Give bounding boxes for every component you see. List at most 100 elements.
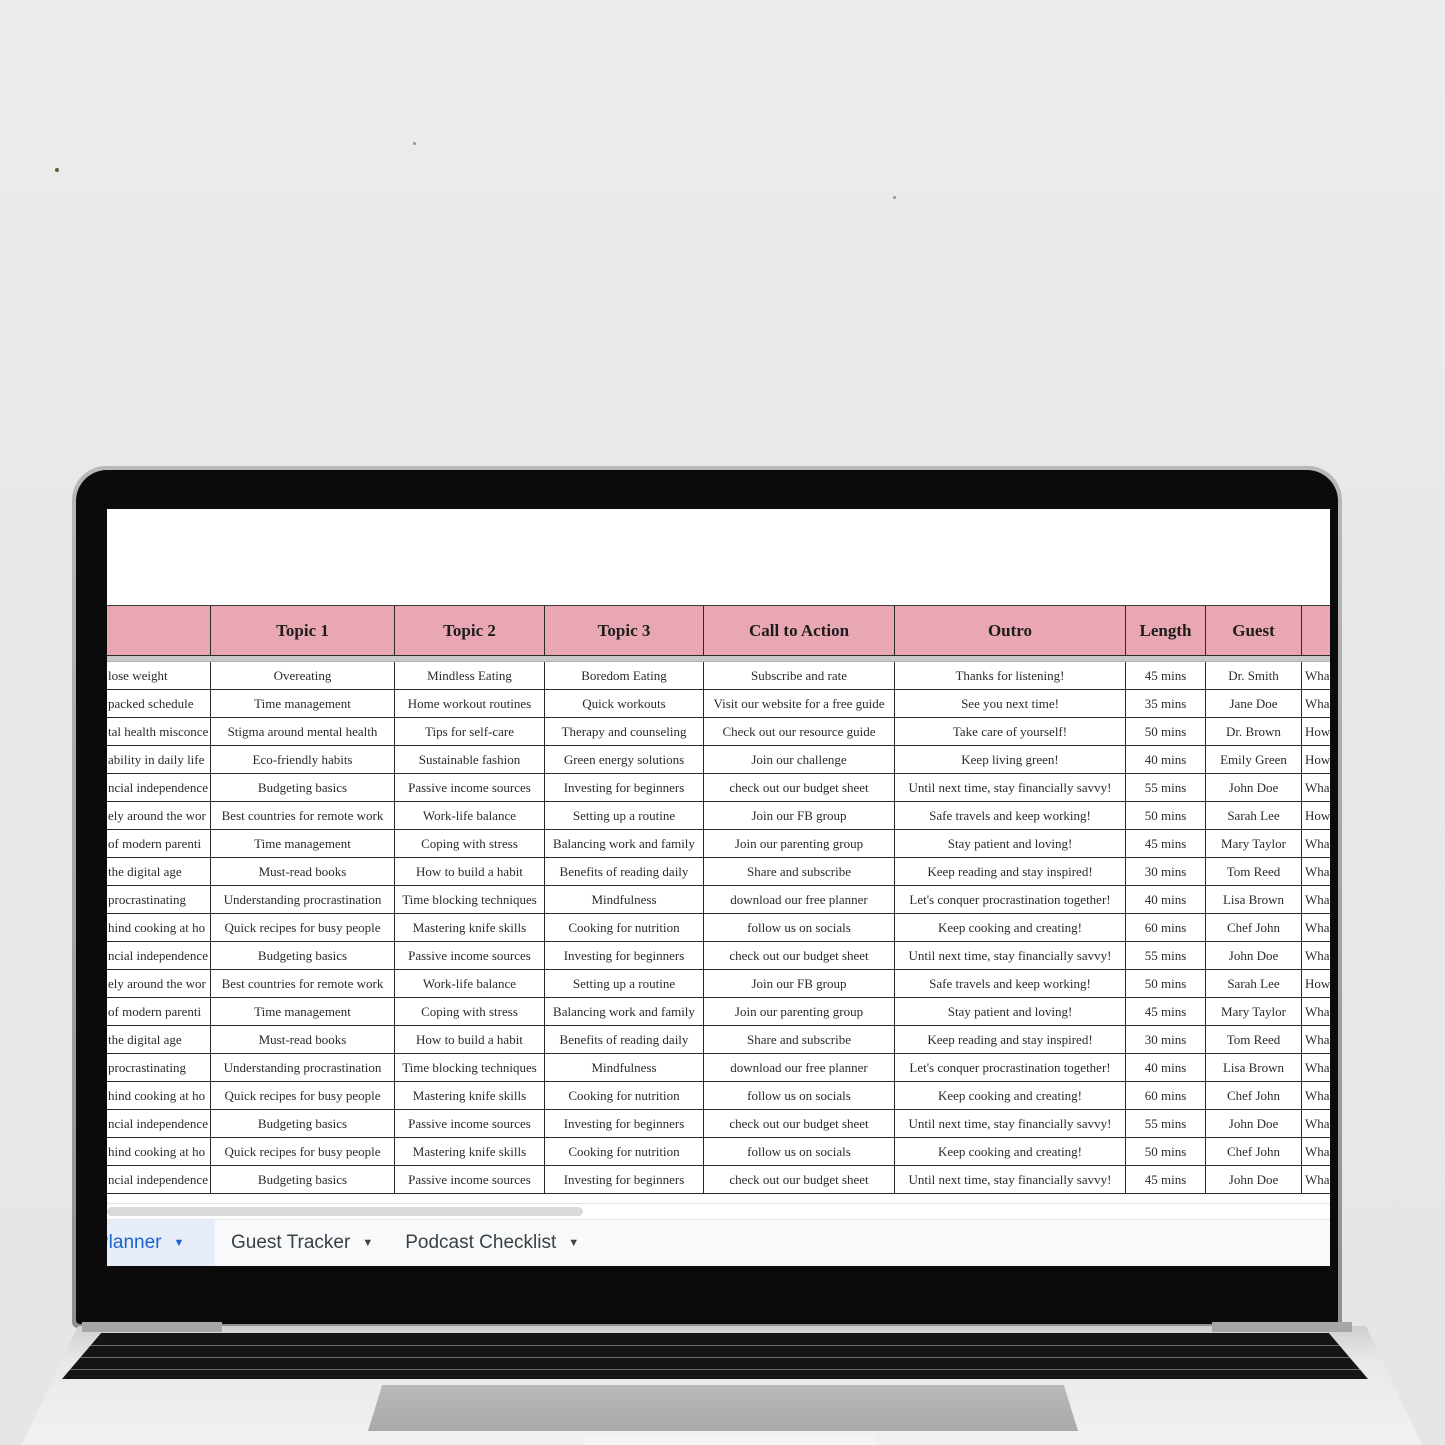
table-cell[interactable]: Mastering knife skills [395,1082,545,1110]
table-cell[interactable]: Mary Taylor [1206,998,1302,1026]
table-cell[interactable]: Mindfulness [545,886,704,914]
table-cell[interactable]: Lisa Brown [1206,886,1302,914]
table-cell[interactable]: Keep reading and stay inspired! [895,1026,1126,1054]
table-cell[interactable]: Lisa Brown [1206,1054,1302,1082]
table-cell[interactable]: 40 mins [1126,746,1206,774]
table-cell[interactable]: Stigma around mental health [211,718,395,746]
table-cell[interactable]: Investing for beginners [545,1166,704,1194]
table-cell[interactable]: Investing for beginners [545,942,704,970]
column-header[interactable]: Topic 3 [545,605,704,656]
table-cell[interactable]: Jane Doe [1206,690,1302,718]
table-cell[interactable]: Wha [1302,998,1330,1026]
table-cell[interactable]: 45 mins [1126,830,1206,858]
table-cell[interactable]: See you next time! [895,690,1126,718]
table-cell[interactable]: Chef John [1206,1082,1302,1110]
table-cell[interactable]: Benefits of reading daily [545,858,704,886]
table-cell[interactable]: the digital age [107,1026,211,1054]
table-cell[interactable]: Quick recipes for busy people [211,914,395,942]
table-cell[interactable]: Wha [1302,914,1330,942]
table-cell[interactable]: John Doe [1206,1110,1302,1138]
table-cell[interactable]: Time blocking techniques [395,886,545,914]
table-cell[interactable]: ncial independence [107,774,211,802]
table-cell[interactable]: Keep cooking and creating! [895,1082,1126,1110]
table-cell[interactable]: Sarah Lee [1206,802,1302,830]
table-cell[interactable]: ely around the wor [107,802,211,830]
table-cell[interactable]: Must-read books [211,858,395,886]
table-cell[interactable]: Chef John [1206,914,1302,942]
table-cell[interactable]: Mastering knife skills [395,1138,545,1166]
table-cell[interactable]: Investing for beginners [545,774,704,802]
table-cell[interactable]: 55 mins [1126,774,1206,802]
table-cell[interactable]: 50 mins [1126,1138,1206,1166]
table-cell[interactable]: follow us on socials [704,914,895,942]
table-cell[interactable]: check out our budget sheet [704,774,895,802]
table-cell[interactable]: Mary Taylor [1206,830,1302,858]
table-cell[interactable]: Join our challenge [704,746,895,774]
table-cell[interactable]: follow us on socials [704,1082,895,1110]
table-cell[interactable]: 45 mins [1126,662,1206,690]
table-cell[interactable]: 40 mins [1126,886,1206,914]
table-cell[interactable]: How to build a habit [395,1026,545,1054]
table-cell[interactable]: Quick workouts [545,690,704,718]
table-cell[interactable]: Balancing work and family [545,998,704,1026]
table-cell[interactable]: Until next time, stay financially savvy! [895,1166,1126,1194]
table-cell[interactable]: Therapy and counseling [545,718,704,746]
table-cell[interactable]: procrastinating [107,1054,211,1082]
table-cell[interactable]: hind cooking at ho [107,1138,211,1166]
table-cell[interactable]: of modern parenti [107,998,211,1026]
table-cell[interactable]: Sarah Lee [1206,970,1302,998]
table-cell[interactable]: check out our budget sheet [704,1110,895,1138]
table-cell[interactable]: Wha [1302,662,1330,690]
table-cell[interactable]: How [1302,718,1330,746]
table-cell[interactable]: Check out our resource guide [704,718,895,746]
table-cell[interactable]: hind cooking at ho [107,1082,211,1110]
table-cell[interactable]: 30 mins [1126,858,1206,886]
caret-down-icon[interactable]: ▼ [174,1237,185,1249]
table-cell[interactable]: Take care of yourself! [895,718,1126,746]
table-cell[interactable]: Join our parenting group [704,830,895,858]
table-cell[interactable]: Share and subscribe [704,858,895,886]
table-cell[interactable]: Let's conquer procrastination together! [895,886,1126,914]
table-cell[interactable]: How [1302,802,1330,830]
table-cell[interactable]: Join our parenting group [704,998,895,1026]
table-cell[interactable]: Thanks for listening! [895,662,1126,690]
table-cell[interactable]: 50 mins [1126,802,1206,830]
table-cell[interactable]: 30 mins [1126,1026,1206,1054]
table-cell[interactable]: Time management [211,690,395,718]
table-cell[interactable]: ncial independence [107,1166,211,1194]
table-cell[interactable]: Keep living green! [895,746,1126,774]
column-header[interactable]: Guest [1206,605,1302,656]
table-cell[interactable]: Setting up a routine [545,970,704,998]
table-cell[interactable]: Until next time, stay financially savvy! [895,774,1126,802]
table-cell[interactable]: check out our budget sheet [704,942,895,970]
table-cell[interactable]: hind cooking at ho [107,914,211,942]
table-cell[interactable]: Balancing work and family [545,830,704,858]
table-cell[interactable]: Tips for self-care [395,718,545,746]
column-header[interactable]: Outro [895,605,1126,656]
table-cell[interactable]: 45 mins [1126,1166,1206,1194]
table-cell[interactable]: Wha [1302,1166,1330,1194]
table-cell[interactable]: Tom Reed [1206,1026,1302,1054]
table-cell[interactable]: ely around the wor [107,970,211,998]
table-cell[interactable]: Visit our website for a free guide [704,690,895,718]
table-cell[interactable]: Coping with stress [395,830,545,858]
caret-down-icon[interactable]: ▼ [362,1237,373,1249]
table-cell[interactable]: ability in daily life [107,746,211,774]
table-cell[interactable]: Quick recipes for busy people [211,1138,395,1166]
table-cell[interactable]: Stay patient and loving! [895,830,1126,858]
caret-down-icon[interactable]: ▼ [568,1237,579,1249]
table-cell[interactable]: Overeating [211,662,395,690]
table-cell[interactable]: Passive income sources [395,942,545,970]
column-header[interactable] [107,605,211,656]
table-cell[interactable]: Work-life balance [395,802,545,830]
table-cell[interactable]: Dr. Brown [1206,718,1302,746]
table-cell[interactable]: Budgeting basics [211,1166,395,1194]
table-cell[interactable]: Wha [1302,690,1330,718]
table-cell[interactable]: Share and subscribe [704,1026,895,1054]
table-cell[interactable]: Emily Green [1206,746,1302,774]
table-cell[interactable]: Best countries for remote work [211,802,395,830]
table-cell[interactable]: Let's conquer procrastination together! [895,1054,1126,1082]
table-cell[interactable]: Wha [1302,1054,1330,1082]
table-cell[interactable]: Safe travels and keep working! [895,970,1126,998]
scrollbar-thumb[interactable] [107,1207,583,1216]
